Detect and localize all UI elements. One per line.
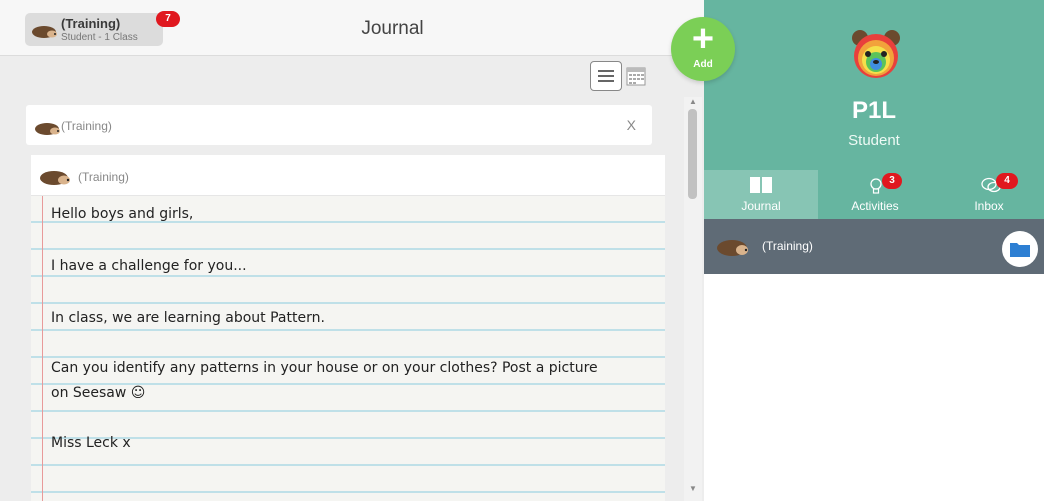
note-line: on Seesaw ☺ (51, 385, 146, 401)
hedgehog-icon (32, 26, 57, 38)
note-line: Miss Leck x (51, 435, 131, 451)
clear-filter-button[interactable]: X (627, 117, 636, 133)
post-author: (Training) (78, 170, 129, 184)
tab-label: Activities (851, 199, 899, 213)
page-title: Journal (361, 18, 424, 39)
view-toggle (590, 61, 654, 91)
plus-icon: + (691, 18, 715, 60)
tab-label: Journal (741, 199, 781, 213)
scrollbar[interactable]: ▲ ▼ (684, 97, 702, 501)
add-label: Add (693, 59, 713, 70)
class-row-label: (Training) (762, 239, 813, 253)
hedgehog-icon (717, 240, 748, 256)
tab-activities[interactable]: 3 Activities (818, 170, 932, 219)
folder-icon (1010, 243, 1030, 257)
tab-journal[interactable]: Journal (704, 170, 818, 219)
folder-button[interactable] (1002, 231, 1038, 267)
filter-bar: (Training) X (26, 105, 652, 145)
scroll-up-arrow-icon[interactable]: ▲ (689, 97, 697, 106)
note-line: I have a challenge for you... (51, 258, 247, 274)
note-paper: Hello boys and girls, I have a challenge… (31, 196, 665, 501)
note-line: Hello boys and girls, (51, 206, 194, 222)
activities-badge: 3 (882, 173, 902, 189)
class-row[interactable]: (Training) (704, 219, 1044, 274)
book-icon (750, 177, 772, 193)
student-role: Student (848, 132, 900, 149)
calendar-view-button[interactable] (625, 65, 647, 87)
post-header: (Training) (31, 155, 665, 196)
rainbow-bear-avatar (852, 30, 900, 78)
calendar-icon (626, 67, 646, 86)
inbox-badge: 4 (996, 173, 1018, 189)
tab-bar: Journal 3 Activities 4 Inbox (704, 170, 1044, 219)
tab-inbox[interactable]: 4 Inbox (932, 170, 1044, 219)
class-switcher[interactable]: (Training) Student - 1 Class (25, 13, 163, 46)
scroll-thumb[interactable] (688, 109, 697, 199)
journal-pane: (Training) Student - 1 Class 7 Journal (… (0, 0, 704, 501)
hedgehog-icon (40, 171, 70, 185)
notification-badge: 7 (156, 11, 180, 27)
note-line: In class, we are learning about Pattern. (51, 310, 325, 326)
margin-line (42, 196, 43, 501)
journal-topbar: (Training) Student - 1 Class 7 Journal (0, 0, 704, 56)
hedgehog-icon (35, 123, 60, 135)
list-view-button[interactable] (590, 61, 622, 91)
student-panel: P1L Student Journal 3 Activities 4 Inbox… (704, 0, 1044, 501)
class-subtitle: Student - 1 Class (61, 32, 138, 43)
tab-label: Inbox (974, 199, 1004, 213)
filter-label: (Training) (61, 119, 112, 133)
list-icon (598, 70, 614, 82)
student-name: P1L (851, 97, 896, 124)
profile-header: P1L Student (704, 0, 1044, 170)
note-line: Can you identify any patterns in your ho… (51, 360, 598, 376)
scroll-down-arrow-icon[interactable]: ▼ (689, 484, 697, 493)
class-name: (Training) (61, 16, 121, 31)
journal-post[interactable]: (Training) Hello boys and girls, I have … (31, 155, 665, 501)
add-button[interactable]: + Add (671, 17, 735, 81)
